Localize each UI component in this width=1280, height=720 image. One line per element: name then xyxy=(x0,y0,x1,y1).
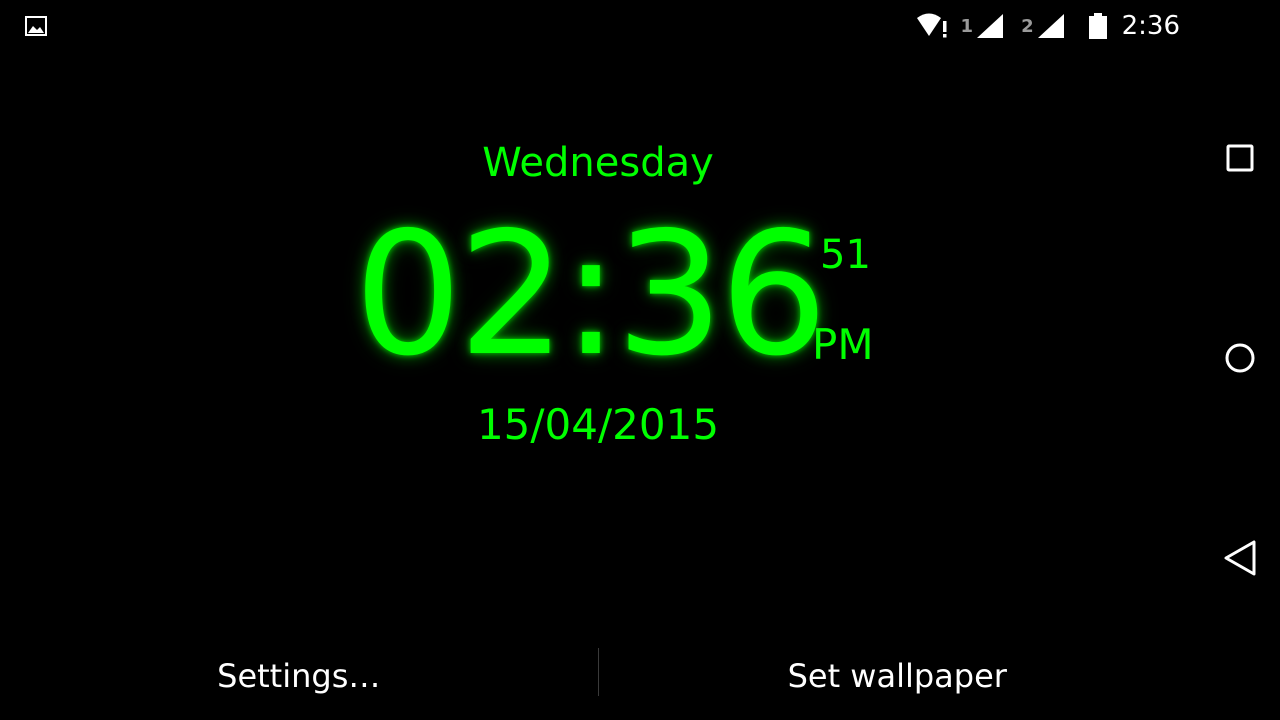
back-button[interactable] xyxy=(1222,539,1258,581)
clock-time: 02:36 xyxy=(354,196,828,394)
navigation-bar xyxy=(1200,52,1280,720)
settings-button[interactable]: Settings… xyxy=(0,632,598,720)
square-icon xyxy=(1225,143,1255,177)
clock-seconds: 51 xyxy=(820,232,871,278)
clock-date: 15/04/2015 xyxy=(476,400,720,449)
action-bar: Settings… Set wallpaper xyxy=(0,632,1196,720)
set-wallpaper-button[interactable]: Set wallpaper xyxy=(599,632,1197,720)
home-button[interactable] xyxy=(1222,342,1258,378)
triangle-back-icon xyxy=(1222,539,1258,581)
digital-clock: Wednesday 02:36 51 PM 15/04/2015 xyxy=(0,0,1200,720)
circle-icon xyxy=(1223,341,1257,379)
recents-button[interactable] xyxy=(1222,142,1258,178)
live-wallpaper-preview: 1 2 2:36 Wednesday 02:36 51 PM 15/04/201… xyxy=(0,0,1280,720)
clock-ampm: PM xyxy=(812,320,874,369)
day-of-week: Wednesday xyxy=(482,140,714,186)
